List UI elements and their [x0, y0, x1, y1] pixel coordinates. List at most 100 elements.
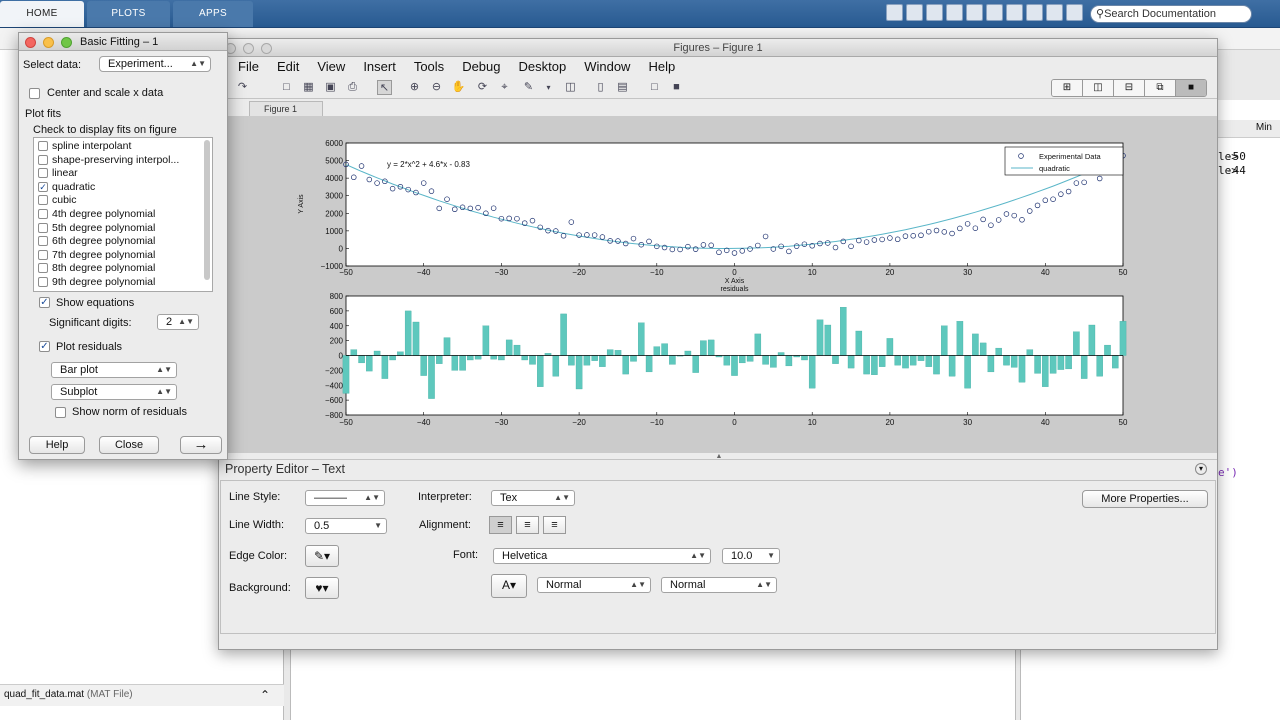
- tab-apps[interactable]: APPS: [173, 1, 253, 27]
- fit-checkbox[interactable]: [38, 277, 48, 287]
- residual-bar[interactable]: [467, 355, 474, 361]
- tile-grid-icon[interactable]: ⊞: [1052, 80, 1083, 96]
- residual-bar[interactable]: [1010, 355, 1018, 368]
- residual-bar[interactable]: [941, 325, 948, 356]
- residual-bar[interactable]: [436, 355, 443, 364]
- residual-bar[interactable]: [630, 355, 637, 362]
- menu-insert[interactable]: Insert: [354, 57, 405, 77]
- residual-bar[interactable]: [979, 342, 987, 356]
- residual-bar[interactable]: [552, 355, 560, 377]
- residual-bar[interactable]: [1080, 355, 1088, 379]
- center-scale-checkbox[interactable]: [29, 88, 40, 99]
- residual-bar[interactable]: [770, 355, 777, 368]
- residual-bar[interactable]: [1112, 355, 1119, 369]
- zoom-window-button[interactable]: [261, 43, 272, 54]
- quick-access-icon[interactable]: [966, 4, 983, 21]
- plot-residuals-checkbox[interactable]: ✓: [39, 341, 50, 352]
- fit-checkbox[interactable]: [38, 195, 48, 206]
- save-icon[interactable]: ▣: [323, 80, 338, 95]
- residual-bar[interactable]: [568, 355, 575, 366]
- residual-bar[interactable]: [397, 351, 404, 356]
- show-equations-checkbox[interactable]: ✓: [39, 297, 50, 308]
- residual-bar[interactable]: [894, 355, 901, 366]
- fit-checkbox[interactable]: [38, 141, 48, 151]
- colorbar-icon[interactable]: ▯: [593, 80, 608, 95]
- residual-bar[interactable]: [560, 313, 567, 356]
- fit-checkbox[interactable]: [38, 249, 48, 260]
- residual-bar[interactable]: [1096, 355, 1103, 377]
- interpreter-select[interactable]: Tex ▲▼: [491, 490, 575, 506]
- residual-bar[interactable]: [381, 355, 389, 379]
- residual-bar[interactable]: [653, 346, 661, 356]
- residual-bar[interactable]: [808, 355, 816, 389]
- residual-bar[interactable]: [498, 355, 505, 361]
- zoom-out-icon[interactable]: ⊖: [429, 80, 444, 95]
- residual-bar[interactable]: [987, 355, 995, 373]
- fit-list-item[interactable]: shape-preserving interpol...: [52, 154, 179, 166]
- fit-checkbox[interactable]: [38, 263, 48, 274]
- residual-bar[interactable]: [746, 355, 754, 362]
- residual-bar[interactable]: [529, 355, 536, 365]
- fit-list-item[interactable]: 4th degree polynomial: [52, 208, 155, 220]
- residual-bar[interactable]: [482, 325, 490, 356]
- residuals-axes[interactable]: residuals−50 −40 −30 −20 −10 0 10 20 30 40 50−800−…: [325, 286, 1128, 427]
- background-color-button[interactable]: ♥▾: [305, 577, 339, 599]
- next-arrow-button[interactable]: →: [180, 436, 222, 454]
- fit-list-item[interactable]: quadratic: [52, 181, 95, 193]
- quick-access-icon[interactable]: [886, 4, 903, 21]
- residual-bar[interactable]: [1034, 355, 1041, 374]
- residual-bar[interactable]: [972, 333, 979, 356]
- font-size-combo[interactable]: 10.0 ▼: [722, 548, 780, 564]
- fit-list-item[interactable]: cubic: [52, 194, 77, 206]
- close-button[interactable]: Close: [99, 436, 159, 454]
- fit-list-item[interactable]: 8th degree polynomial: [52, 262, 155, 274]
- link-plot-icon[interactable]: ◫: [563, 80, 578, 95]
- data-axes[interactable]: −50 −40 −30 −20 −10 0 10 20 30 40 50−1000010002000…: [298, 139, 1128, 285]
- fit-list-item[interactable]: spline interpolant: [52, 140, 131, 152]
- search-documentation-input[interactable]: ⚲Search Documentation: [1090, 5, 1252, 23]
- residual-bar[interactable]: [909, 355, 917, 366]
- arrow-icon[interactable]: ↷: [235, 80, 250, 95]
- residual-bar[interactable]: [474, 355, 482, 360]
- menu-debug[interactable]: Debug: [453, 57, 509, 77]
- residual-bar[interactable]: [537, 355, 544, 387]
- font-name-select[interactable]: Helvetica ▲▼: [493, 548, 711, 564]
- fit-list-item[interactable]: 9th degree polynomial: [52, 276, 155, 288]
- residual-bar[interactable]: [1088, 324, 1096, 356]
- file-details-bar[interactable]: quad_fit_data.mat (MAT File) ⌃: [0, 684, 284, 706]
- data-cursor-icon[interactable]: ⌖: [497, 80, 512, 95]
- brush-icon[interactable]: ✎: [521, 80, 536, 95]
- residual-bar[interactable]: [723, 355, 731, 366]
- list-scrollbar[interactable]: [204, 140, 210, 280]
- fit-checkbox[interactable]: [38, 209, 48, 219]
- quick-access-icon[interactable]: [1046, 4, 1063, 21]
- basic-fitting-title-bar[interactable]: Basic Fitting – 1: [19, 33, 227, 51]
- menu-desktop[interactable]: Desktop: [510, 57, 576, 77]
- residual-bar[interactable]: [816, 319, 824, 356]
- residual-bar[interactable]: [855, 330, 863, 356]
- legend-icon[interactable]: ▤: [615, 80, 630, 95]
- residual-bar[interactable]: [459, 355, 466, 371]
- close-window-button[interactable]: [25, 37, 36, 48]
- residual-bar[interactable]: [373, 350, 381, 356]
- menu-window[interactable]: Window: [575, 57, 639, 77]
- residual-bar[interactable]: [342, 355, 350, 394]
- font-angle-select[interactable]: Normal ▲▼: [661, 577, 777, 593]
- residual-bar[interactable]: [777, 352, 785, 356]
- residual-bar[interactable]: [404, 310, 412, 356]
- menu-view[interactable]: View: [308, 57, 354, 77]
- residual-bar[interactable]: [443, 337, 451, 356]
- residual-bar[interactable]: [350, 349, 358, 356]
- edit-plot-icon[interactable]: ↖: [377, 80, 392, 95]
- residual-bar[interactable]: [731, 355, 738, 376]
- residual-bar[interactable]: [1119, 321, 1127, 356]
- residual-bar[interactable]: [583, 355, 591, 366]
- zoom-window-button[interactable]: [61, 37, 72, 48]
- fit-checkbox[interactable]: [38, 168, 48, 179]
- menu-tools[interactable]: Tools: [405, 57, 453, 77]
- align-left-button[interactable]: ≡: [489, 516, 512, 534]
- menu-edit[interactable]: Edit: [268, 57, 308, 77]
- align-right-button[interactable]: ≡: [543, 516, 566, 534]
- residual-bar[interactable]: [1049, 355, 1057, 374]
- zoom-in-icon[interactable]: ⊕: [407, 80, 422, 95]
